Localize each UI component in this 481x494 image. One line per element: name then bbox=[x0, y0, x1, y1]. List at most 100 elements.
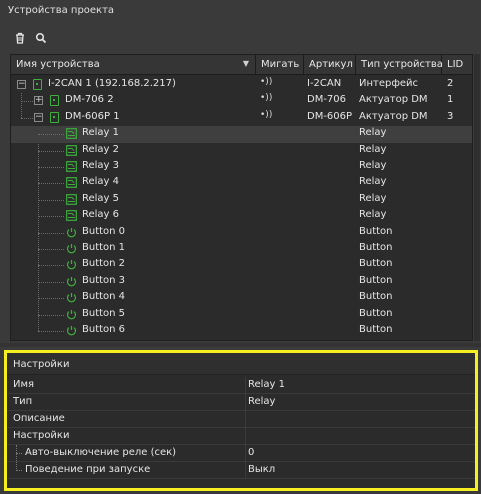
device-type: Button bbox=[359, 307, 393, 319]
expand-icon[interactable]: + bbox=[34, 95, 43, 106]
device-name: Button 5 bbox=[82, 307, 126, 319]
tree-guide-line bbox=[38, 265, 64, 267]
device-article: DM-706 bbox=[307, 94, 347, 106]
property-row[interactable]: Имя Relay 1 bbox=[7, 377, 475, 394]
property-divider bbox=[245, 377, 246, 394]
power-icon bbox=[66, 292, 77, 303]
table-row[interactable]: Button 3 Button bbox=[11, 274, 472, 290]
table-row[interactable]: Button 6 Button bbox=[11, 323, 472, 339]
settings-title: Настройки bbox=[7, 353, 475, 375]
device-name: I-2CAN 1 (192.168.2.217) bbox=[48, 78, 176, 89]
property-name: Имя bbox=[13, 379, 35, 390]
table-row[interactable]: + DM-706 2 •)) DM-706 Актуатор DM 1 bbox=[11, 93, 472, 109]
relay-icon bbox=[66, 144, 77, 156]
column-header-device-name[interactable]: Имя устройства ▼ bbox=[11, 55, 256, 75]
trash-icon[interactable] bbox=[14, 32, 28, 46]
table-row[interactable]: Button 5 Button bbox=[11, 307, 472, 323]
table-row[interactable]: − DM-606P 1 •)) DM-606P Актуатор DM 3 bbox=[11, 110, 472, 126]
table-row[interactable]: Button 2 Button bbox=[11, 257, 472, 273]
sort-arrow-icon: ▼ bbox=[242, 59, 249, 68]
power-icon bbox=[66, 227, 77, 238]
device-name: Relay 4 bbox=[82, 176, 120, 188]
property-row[interactable]: Описание bbox=[7, 411, 475, 428]
device-lid: 3 bbox=[447, 110, 454, 122]
column-header-blink[interactable]: Мигать bbox=[256, 55, 304, 75]
property-value[interactable]: 0 bbox=[248, 447, 254, 458]
column-header-lid[interactable]: LID bbox=[442, 55, 472, 75]
table-row[interactable]: Relay 4 Relay bbox=[11, 175, 472, 191]
tree-guide-line bbox=[38, 199, 64, 201]
device-type: Relay bbox=[359, 176, 387, 188]
table-header: Имя устройства ▼ Мигать Артикул Тип устр… bbox=[11, 55, 472, 75]
column-header-article[interactable]: Артикул bbox=[304, 55, 356, 75]
table-row[interactable]: Relay 5 Relay bbox=[11, 192, 472, 208]
property-value[interactable]: Выкл bbox=[248, 464, 275, 475]
device-article: I-2CAN bbox=[307, 78, 342, 89]
device-icon bbox=[33, 79, 42, 90]
device-name: Button 0 bbox=[82, 225, 126, 237]
tree-guide-line bbox=[38, 134, 64, 136]
relay-icon bbox=[66, 210, 77, 222]
property-name: Описание bbox=[13, 413, 65, 424]
table-row[interactable]: Button 4 Button bbox=[11, 290, 472, 306]
blink-icon[interactable]: •)) bbox=[260, 93, 272, 103]
device-type: Relay bbox=[359, 160, 387, 171]
column-header-device-type[interactable]: Тип устройства bbox=[356, 55, 443, 75]
device-icon bbox=[50, 95, 59, 107]
panel-splitter[interactable] bbox=[0, 343, 481, 347]
tree-guide-line bbox=[38, 298, 64, 300]
property-row[interactable]: Настройки bbox=[7, 428, 475, 445]
table-row[interactable]: Relay 2 Relay bbox=[11, 143, 472, 159]
device-name: Button 4 bbox=[82, 291, 126, 303]
device-name: DM-706 2 bbox=[65, 94, 114, 106]
property-divider bbox=[245, 445, 246, 462]
expander-glyph: − bbox=[18, 79, 26, 89]
device-name: DM-606P 1 bbox=[65, 110, 120, 122]
table-row[interactable]: Button 1 Button bbox=[11, 241, 472, 257]
property-row[interactable]: Авто-выключение реле (сек) 0 bbox=[7, 445, 475, 462]
search-icon[interactable] bbox=[35, 32, 49, 46]
device-type: Button bbox=[359, 274, 393, 286]
device-name: Relay 1 bbox=[82, 127, 120, 139]
property-value[interactable]: Relay bbox=[248, 396, 275, 407]
tree-guide-line bbox=[38, 314, 64, 316]
device-type: Relay bbox=[359, 127, 387, 139]
table-row[interactable]: − I-2CAN 1 (192.168.2.217) •)) I-2CAN Интерф… bbox=[11, 77, 472, 93]
device-name: Button 3 bbox=[82, 274, 126, 286]
expander-glyph: − bbox=[35, 111, 43, 122]
blink-icon[interactable]: •)) bbox=[260, 110, 272, 120]
property-row[interactable]: Поведение при запуске Выкл bbox=[7, 462, 475, 479]
property-divider bbox=[245, 428, 246, 445]
tree-guide-line bbox=[21, 117, 33, 119]
tree-guide-line bbox=[38, 281, 64, 283]
table-row[interactable]: Relay 6 Relay bbox=[11, 208, 472, 224]
table-row[interactable]: Button 0 Button bbox=[11, 225, 472, 241]
device-type: Relay bbox=[359, 192, 387, 204]
property-value[interactable]: Relay 1 bbox=[248, 379, 285, 390]
collapse-icon[interactable]: − bbox=[17, 79, 26, 89]
blink-icon[interactable]: •)) bbox=[260, 77, 272, 87]
device-name: Button 1 bbox=[82, 242, 126, 253]
vertical-scrollbar[interactable] bbox=[474, 54, 480, 341]
power-icon bbox=[66, 309, 77, 320]
tree-guide-line bbox=[16, 470, 22, 471]
table-row[interactable]: Relay 1 Relay bbox=[11, 126, 472, 143]
collapse-icon[interactable]: − bbox=[34, 111, 43, 122]
relay-icon bbox=[66, 161, 77, 172]
power-icon bbox=[66, 259, 77, 270]
table-row[interactable]: Relay 3 Relay bbox=[11, 159, 472, 175]
tree-guide-line bbox=[38, 232, 64, 234]
device-lid: 2 bbox=[447, 78, 454, 89]
device-tree[interactable]: Имя устройства ▼ Мигать Артикул Тип устр… bbox=[10, 54, 473, 341]
device-type: Актуатор DM bbox=[359, 94, 428, 106]
relay-icon bbox=[66, 193, 77, 205]
device-name: Relay 2 bbox=[82, 143, 120, 155]
device-type: Button bbox=[359, 324, 393, 335]
relay-icon bbox=[66, 177, 77, 189]
property-row[interactable]: Тип Relay bbox=[7, 394, 475, 411]
device-icon bbox=[50, 111, 59, 123]
device-lid: 1 bbox=[447, 94, 454, 106]
property-divider bbox=[245, 462, 246, 479]
device-type: Button bbox=[359, 242, 393, 253]
power-icon bbox=[66, 243, 77, 254]
